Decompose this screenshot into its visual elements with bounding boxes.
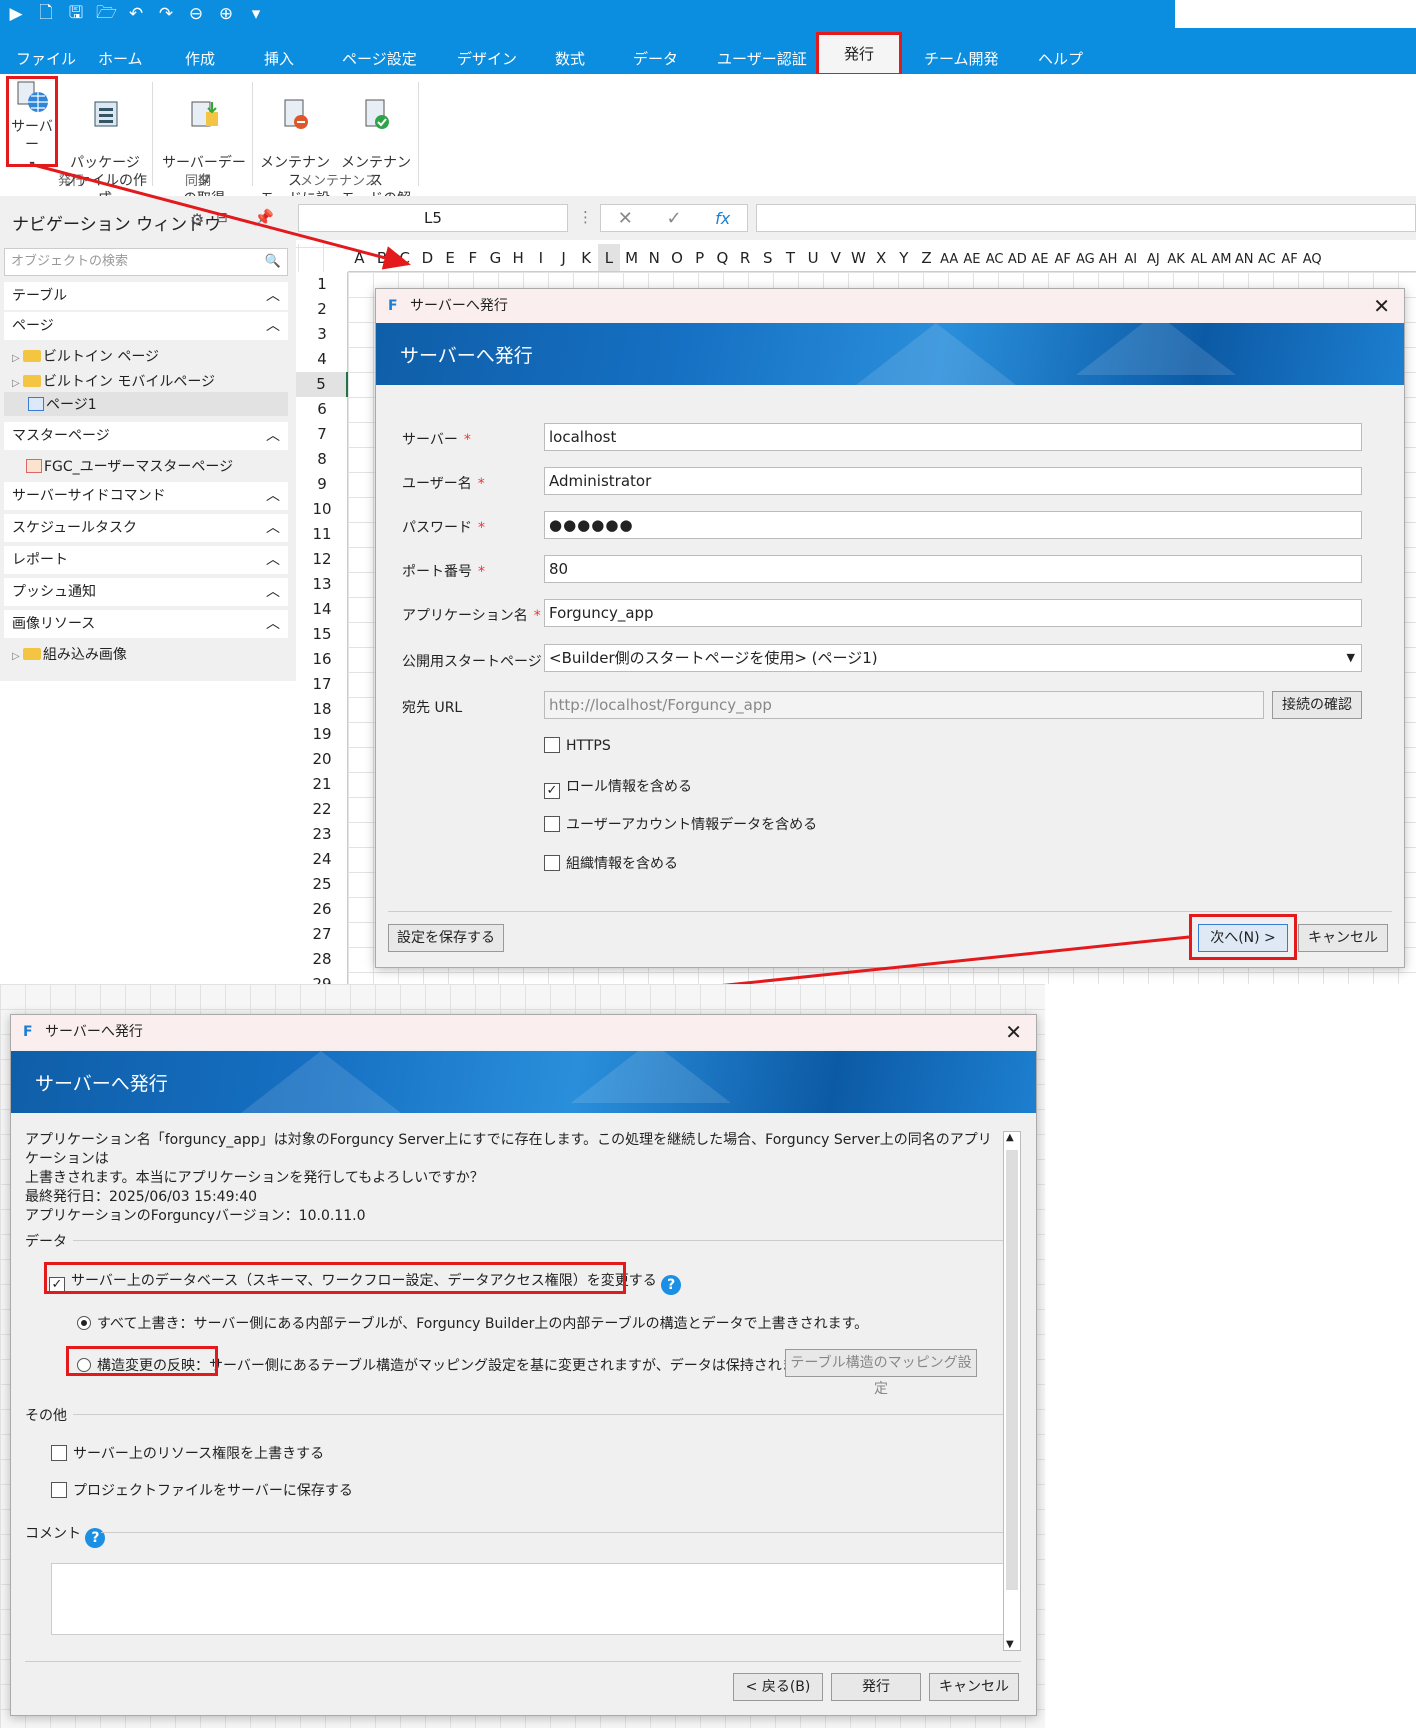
mapping-settings-button[interactable]: テーブル構造のマッピング設定 xyxy=(785,1349,977,1397)
cancel-button[interactable]: キャンセル xyxy=(929,1673,1019,1701)
scrollbar-thumb[interactable] xyxy=(1006,1150,1018,1590)
banner-shape xyxy=(241,1051,401,1113)
banner-title: サーバーへ発行 xyxy=(35,1073,168,1095)
comment-textarea[interactable] xyxy=(51,1563,1011,1635)
forguncy-version: アプリケーションのForguncyバージョン：10.0.11.0 xyxy=(25,1208,366,1224)
other-group-label: その他 xyxy=(25,1408,67,1424)
change-database-highlight xyxy=(44,1262,626,1294)
overwrite-message: アプリケーション名「forguncy_app」は対象のForguncy Serv… xyxy=(25,1131,995,1226)
reflect-structure-highlight xyxy=(66,1346,218,1376)
back-button[interactable]: < 戻る(B) xyxy=(733,1673,823,1701)
save-project-checkbox[interactable]: プロジェクトファイルをサーバーに保存する xyxy=(51,1480,353,1500)
checkbox-label: プロジェクトファイルをサーバーに保存する xyxy=(73,1483,353,1499)
data-group-label: データ xyxy=(25,1234,67,1250)
overwrite-permissions-checkbox[interactable]: サーバー上のリソース権限を上書きする xyxy=(51,1443,324,1463)
divider xyxy=(73,1240,1009,1241)
checkbox-icon xyxy=(51,1445,67,1461)
scroll-up-icon[interactable]: ▲ xyxy=(1006,1132,1014,1143)
help-icon[interactable]: ? xyxy=(85,1528,106,1548)
divider xyxy=(25,1661,1021,1662)
checkbox-label: サーバー上のリソース権限を上書きする xyxy=(73,1446,325,1462)
radio-description: サーバー側にあるテーブル構造がマッピング設定を基に変更されますが、データは保持さ… xyxy=(209,1358,823,1374)
comment-label: コメント ? xyxy=(25,1523,106,1548)
publish-button[interactable]: 発行 xyxy=(831,1673,921,1701)
scrollbar[interactable]: ▲ ▼ xyxy=(1003,1131,1021,1651)
close-icon[interactable]: ✕ xyxy=(1005,1015,1022,1049)
dialog-banner: サーバーへ発行 xyxy=(11,1051,1036,1113)
message-line: アプリケーション名「forguncy_app」は対象のForguncy Serv… xyxy=(25,1132,992,1167)
overwrite-all-radio[interactable]: すべて上書き：サーバー側にある内部テーブルが、Forguncy Builder上… xyxy=(77,1313,868,1333)
radio-label: すべて上書き：サーバー側にある内部テーブルが、Forguncy Builder上… xyxy=(97,1316,869,1332)
message-line: 上書きされます。本当にアプリケーションを発行してもよろしいですか？ xyxy=(25,1170,484,1186)
radio-selected-icon xyxy=(77,1316,91,1330)
dialog-title: サーバーへ発行 xyxy=(45,1024,143,1040)
scroll-down-icon[interactable]: ▼ xyxy=(1006,1639,1014,1650)
dialog-titlebar: F サーバーへ発行 ✕ xyxy=(11,1015,1036,1049)
checkbox-icon xyxy=(51,1482,67,1498)
divider xyxy=(101,1532,1009,1533)
help-icon[interactable]: ? xyxy=(661,1275,682,1295)
banner-shape xyxy=(571,1051,731,1103)
forguncy-logo-icon: F xyxy=(23,1024,33,1040)
last-publish-date: 最終発行日：2025/06/03 15:49:40 xyxy=(25,1189,258,1205)
arrow-to-dialog xyxy=(29,162,411,270)
divider xyxy=(73,1414,1009,1415)
